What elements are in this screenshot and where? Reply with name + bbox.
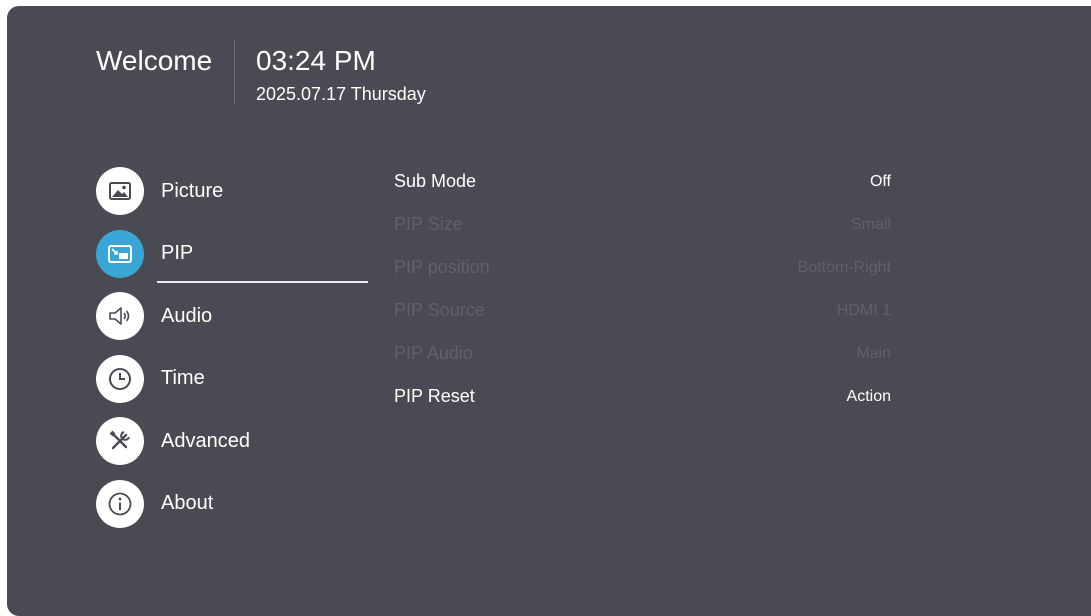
- settings-panel: Welcome 03:24 PM 2025.07.17 Thursday Pic…: [7, 6, 1091, 616]
- setting-pip-audio: PIP Audio Main: [394, 332, 891, 375]
- menu-item-about[interactable]: About: [96, 473, 368, 536]
- pip-settings-list: Sub Mode Off PIP Size Small PIP position…: [394, 160, 891, 418]
- menu-item-audio[interactable]: Audio: [96, 285, 368, 348]
- picture-icon: [96, 167, 144, 216]
- setting-pip-position: PIP position Bottom-Right: [394, 246, 891, 289]
- pip-icon: [96, 229, 144, 278]
- menu-label-advanced: Advanced: [161, 429, 250, 452]
- setting-pip-size: PIP Size Small: [394, 203, 891, 246]
- info-icon: [96, 479, 144, 528]
- setting-label: PIP position: [394, 257, 490, 277]
- menu-label-picture: Picture: [161, 179, 224, 202]
- speaker-icon: [96, 292, 144, 341]
- side-menu: Picture PIP Audio Time Advanced About: [96, 160, 368, 535]
- setting-value: HDMI 1: [836, 301, 891, 319]
- menu-label-time: Time: [161, 367, 205, 390]
- setting-pip-source: PIP Source HDMI 1: [394, 289, 891, 332]
- clock-icon: [96, 354, 144, 403]
- tools-icon: [96, 417, 144, 466]
- setting-label: PIP Reset: [394, 386, 475, 406]
- setting-value: Small: [850, 215, 891, 233]
- menu-item-picture[interactable]: Picture: [96, 160, 368, 223]
- menu-item-advanced[interactable]: Advanced: [96, 410, 368, 473]
- setting-label: PIP Audio: [394, 343, 473, 363]
- setting-label: Sub Mode: [394, 171, 477, 191]
- setting-label: PIP Size: [394, 214, 463, 234]
- setting-sub-mode[interactable]: Sub Mode Off: [394, 160, 891, 203]
- menu-item-pip[interactable]: PIP: [96, 223, 368, 286]
- setting-value: Action: [846, 387, 891, 405]
- menu-label-pip: PIP: [161, 242, 194, 265]
- welcome-title: Welcome: [96, 45, 213, 76]
- active-underline: [157, 281, 368, 283]
- setting-pip-reset[interactable]: PIP Reset Action: [394, 375, 891, 418]
- menu-item-time[interactable]: Time: [96, 348, 368, 411]
- setting-value: Bottom-Right: [797, 258, 891, 276]
- setting-value: Off: [869, 172, 891, 190]
- menu-label-audio: Audio: [161, 304, 213, 327]
- setting-label: PIP Source: [394, 300, 485, 320]
- setting-value: Main: [856, 344, 891, 362]
- clock-time: 03:24 PM: [256, 45, 376, 76]
- clock-date: 2025.07.17 Thursday: [256, 84, 426, 104]
- menu-label-about: About: [161, 492, 214, 515]
- header-divider: [234, 40, 235, 104]
